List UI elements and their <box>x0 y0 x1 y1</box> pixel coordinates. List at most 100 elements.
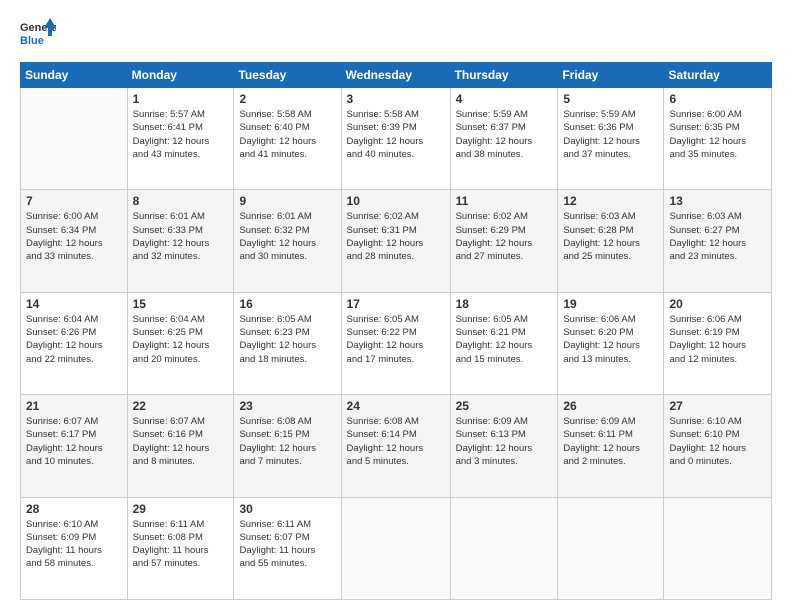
day-info: Sunrise: 6:00 AMSunset: 6:35 PMDaylight:… <box>669 108 766 161</box>
day-number: 28 <box>26 502 122 516</box>
day-number: 11 <box>456 194 553 208</box>
day-info: Sunrise: 6:05 AMSunset: 6:22 PMDaylight:… <box>347 313 445 366</box>
day-cell: 16 Sunrise: 6:05 AMSunset: 6:23 PMDayligh… <box>234 292 341 394</box>
day-number: 20 <box>669 297 766 311</box>
day-number: 2 <box>239 92 335 106</box>
day-number: 16 <box>239 297 335 311</box>
col-header-saturday: Saturday <box>664 63 772 88</box>
svg-text:Blue: Blue <box>20 35 44 47</box>
day-cell: 2 Sunrise: 5:58 AMSunset: 6:40 PMDaylight… <box>234 88 341 190</box>
day-cell: 22 Sunrise: 6:07 AMSunset: 6:16 PMDayligh… <box>127 395 234 497</box>
day-info: Sunrise: 5:59 AMSunset: 6:37 PMDaylight:… <box>456 108 553 161</box>
day-cell: 7 Sunrise: 6:00 AMSunset: 6:34 PMDaylight… <box>21 190 128 292</box>
day-cell: 18 Sunrise: 6:05 AMSunset: 6:21 PMDayligh… <box>450 292 558 394</box>
day-cell: 21 Sunrise: 6:07 AMSunset: 6:17 PMDayligh… <box>21 395 128 497</box>
day-number: 6 <box>669 92 766 106</box>
day-info: Sunrise: 6:05 AMSunset: 6:23 PMDaylight:… <box>239 313 335 366</box>
day-cell: 29Sunrise: 6:11 AMSunset: 6:08 PMDayligh… <box>127 497 234 599</box>
day-cell: 4 Sunrise: 5:59 AMSunset: 6:37 PMDaylight… <box>450 88 558 190</box>
day-number: 15 <box>133 297 229 311</box>
day-info: Sunrise: 6:10 AMSunset: 6:10 PMDaylight:… <box>669 415 766 468</box>
day-cell: 14 Sunrise: 6:04 AMSunset: 6:26 PMDayligh… <box>21 292 128 394</box>
day-cell: 5 Sunrise: 5:59 AMSunset: 6:36 PMDaylight… <box>558 88 664 190</box>
day-info: Sunrise: 5:58 AMSunset: 6:40 PMDaylight:… <box>239 108 335 161</box>
day-info: Sunrise: 6:07 AMSunset: 6:16 PMDaylight:… <box>133 415 229 468</box>
day-info: Sunrise: 6:07 AMSunset: 6:17 PMDaylight:… <box>26 415 122 468</box>
day-cell <box>21 88 128 190</box>
day-cell: 30 Sunrise: 6:11 AMSunset: 6:07 PMDayligh… <box>234 497 341 599</box>
day-cell: 25 Sunrise: 6:09 AMSunset: 6:13 PMDayligh… <box>450 395 558 497</box>
logo: General Blue <box>20 16 56 52</box>
day-info: Sunrise: 6:09 AMSunset: 6:13 PMDaylight:… <box>456 415 553 468</box>
logo-icon: General Blue <box>20 16 56 52</box>
day-info: Sunrise: 6:03 AMSunset: 6:28 PMDaylight:… <box>563 210 658 263</box>
day-cell: 8 Sunrise: 6:01 AMSunset: 6:33 PMDaylight… <box>127 190 234 292</box>
day-number: 5 <box>563 92 658 106</box>
day-cell: 20 Sunrise: 6:06 AMSunset: 6:19 PMDayligh… <box>664 292 772 394</box>
day-info: Sunrise: 6:06 AMSunset: 6:20 PMDaylight:… <box>563 313 658 366</box>
day-info: Sunrise: 6:04 AMSunset: 6:26 PMDaylight:… <box>26 313 122 366</box>
day-info: Sunrise: 6:04 AMSunset: 6:25 PMDaylight:… <box>133 313 229 366</box>
day-info: Sunrise: 6:06 AMSunset: 6:19 PMDaylight:… <box>669 313 766 366</box>
calendar-header-row: SundayMondayTuesdayWednesdayThursdayFrid… <box>21 63 772 88</box>
col-header-friday: Friday <box>558 63 664 88</box>
day-info: Sunrise: 6:02 AMSunset: 6:31 PMDaylight:… <box>347 210 445 263</box>
day-number: 27 <box>669 399 766 413</box>
day-info: Sunrise: 6:10 AMSunset: 6:09 PMDaylight:… <box>26 518 122 571</box>
week-row-5: 28 Sunrise: 6:10 AMSunset: 6:09 PMDayligh… <box>21 497 772 599</box>
day-cell: 19 Sunrise: 6:06 AMSunset: 6:20 PMDayligh… <box>558 292 664 394</box>
day-cell <box>664 497 772 599</box>
day-info: Sunrise: 5:57 AMSunset: 6:41 PMDaylight:… <box>133 108 229 161</box>
day-number: 21 <box>26 399 122 413</box>
day-info: Sunrise: 5:59 AMSunset: 6:36 PMDaylight:… <box>563 108 658 161</box>
day-number: 4 <box>456 92 553 106</box>
day-cell <box>450 497 558 599</box>
week-row-2: 7 Sunrise: 6:00 AMSunset: 6:34 PMDaylight… <box>21 190 772 292</box>
day-number: 14 <box>26 297 122 311</box>
day-number: 22 <box>133 399 229 413</box>
col-header-monday: Monday <box>127 63 234 88</box>
col-header-wednesday: Wednesday <box>341 63 450 88</box>
day-cell: 12 Sunrise: 6:03 AMSunset: 6:28 PMDayligh… <box>558 190 664 292</box>
day-number: 26 <box>563 399 658 413</box>
day-number: 25 <box>456 399 553 413</box>
col-header-tuesday: Tuesday <box>234 63 341 88</box>
day-cell: 23Sunrise: 6:08 AMSunset: 6:15 PMDayligh… <box>234 395 341 497</box>
week-row-4: 21 Sunrise: 6:07 AMSunset: 6:17 PMDayligh… <box>21 395 772 497</box>
day-number: 12 <box>563 194 658 208</box>
day-number: 19 <box>563 297 658 311</box>
day-number: 8 <box>133 194 229 208</box>
day-info: Sunrise: 6:02 AMSunset: 6:29 PMDaylight:… <box>456 210 553 263</box>
day-number: 24 <box>347 399 445 413</box>
week-row-1: 1Sunrise: 5:57 AMSunset: 6:41 PMDaylight… <box>21 88 772 190</box>
day-cell: 24 Sunrise: 6:08 AMSunset: 6:14 PMDayligh… <box>341 395 450 497</box>
calendar: SundayMondayTuesdayWednesdayThursdayFrid… <box>20 62 772 600</box>
day-info: Sunrise: 6:00 AMSunset: 6:34 PMDaylight:… <box>26 210 122 263</box>
day-number: 10 <box>347 194 445 208</box>
day-info: Sunrise: 6:05 AMSunset: 6:21 PMDaylight:… <box>456 313 553 366</box>
day-info: Sunrise: 6:11 AMSunset: 6:07 PMDaylight:… <box>239 518 335 571</box>
header: General Blue <box>20 16 772 52</box>
day-cell: 9 Sunrise: 6:01 AMSunset: 6:32 PMDaylight… <box>234 190 341 292</box>
day-cell: 1Sunrise: 5:57 AMSunset: 6:41 PMDaylight… <box>127 88 234 190</box>
col-header-sunday: Sunday <box>21 63 128 88</box>
day-number: 30 <box>239 502 335 516</box>
day-number: 29 <box>133 502 229 516</box>
day-info: Sunrise: 6:01 AMSunset: 6:33 PMDaylight:… <box>133 210 229 263</box>
day-cell: 26 Sunrise: 6:09 AMSunset: 6:11 PMDayligh… <box>558 395 664 497</box>
day-cell <box>558 497 664 599</box>
day-number: 3 <box>347 92 445 106</box>
day-cell <box>341 497 450 599</box>
col-header-thursday: Thursday <box>450 63 558 88</box>
day-number: 13 <box>669 194 766 208</box>
day-info: Sunrise: 6:01 AMSunset: 6:32 PMDaylight:… <box>239 210 335 263</box>
day-info: Sunrise: 6:08 AMSunset: 6:14 PMDaylight:… <box>347 415 445 468</box>
day-cell: 10 Sunrise: 6:02 AMSunset: 6:31 PMDayligh… <box>341 190 450 292</box>
day-info: Sunrise: 6:09 AMSunset: 6:11 PMDaylight:… <box>563 415 658 468</box>
day-number: 18 <box>456 297 553 311</box>
day-info: Sunrise: 5:58 AMSunset: 6:39 PMDaylight:… <box>347 108 445 161</box>
day-number: 7 <box>26 194 122 208</box>
day-number: 17 <box>347 297 445 311</box>
day-number: 9 <box>239 194 335 208</box>
day-cell: 28 Sunrise: 6:10 AMSunset: 6:09 PMDayligh… <box>21 497 128 599</box>
